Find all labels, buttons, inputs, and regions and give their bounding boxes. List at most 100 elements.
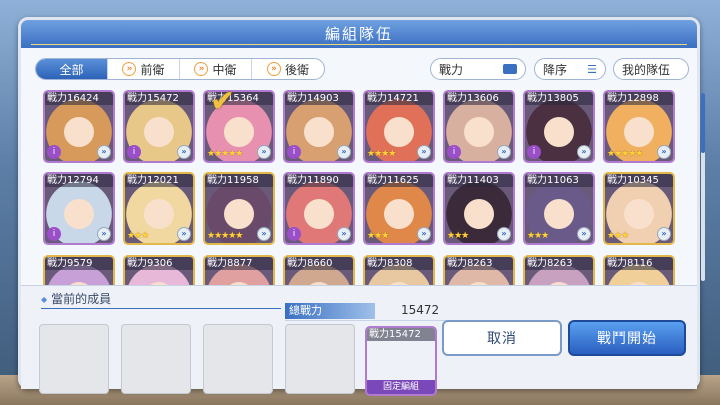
- rank-chevron-icon: »: [657, 145, 671, 159]
- rank-chevron-icon: »: [177, 145, 191, 159]
- unique-equip-icon: i: [47, 145, 61, 159]
- total-power-label: 總戰力: [285, 303, 375, 319]
- card-power: 戰力13805: [525, 92, 593, 105]
- character-card[interactable]: 戰力14903 i »: [283, 90, 355, 163]
- character-grid: 戰力16424 i» 戰力15472 i» 戰力15364 ★★★★★» 戰力14903 i»…: [43, 90, 693, 286]
- rank-chevron-icon: »: [257, 227, 271, 241]
- rarity-stars: ★★★★★: [207, 231, 243, 241]
- chevron-icon: »: [266, 62, 281, 76]
- unique-equip-icon: i: [447, 145, 461, 159]
- battle-start-button[interactable]: 戰鬥開始: [568, 320, 686, 356]
- member-slot-2[interactable]: [121, 324, 191, 394]
- character-card[interactable]: 戰力11625 ★★★ »: [363, 172, 435, 245]
- sort-lines-icon: ☰: [587, 62, 597, 76]
- character-card[interactable]: 戰力12021 ★★★ »: [123, 172, 195, 245]
- support-character-card[interactable]: 戰力15472 固定編組: [365, 326, 437, 396]
- rank-chevron-icon: »: [497, 227, 511, 241]
- card-power: 戰力11958: [205, 174, 273, 187]
- rank-chevron-icon: »: [577, 145, 591, 159]
- rank-chevron-icon: »: [417, 145, 431, 159]
- card-power: 戰力10345: [605, 174, 673, 187]
- character-card[interactable]: 戰力13606 i »: [443, 90, 515, 163]
- tab-all-label: 全部: [59, 62, 84, 77]
- tab-front-label: 前衛: [140, 62, 165, 77]
- rank-chevron-icon: »: [97, 145, 111, 159]
- rank-chevron-icon: »: [257, 145, 271, 159]
- character-card[interactable]: 戰力8660: [283, 255, 355, 286]
- total-power-value: 15472: [401, 303, 440, 317]
- rank-chevron-icon: »: [337, 227, 351, 241]
- character-card[interactable]: 戰力10345 ★★★ »: [603, 172, 675, 245]
- card-power: 戰力14721: [365, 92, 433, 105]
- sort-order-label: 降序: [543, 62, 568, 77]
- character-card[interactable]: 戰力9579: [43, 255, 115, 286]
- grid-scrollbar[interactable]: [701, 93, 705, 281]
- rank-chevron-icon: »: [337, 145, 351, 159]
- character-card[interactable]: 戰力14721 ★★★★ »: [363, 90, 435, 163]
- card-power: 戰力8263: [525, 257, 593, 270]
- character-card[interactable]: 戰力8263: [443, 255, 515, 286]
- divider: [285, 320, 457, 321]
- tab-middle[interactable]: » 中衛: [180, 59, 252, 79]
- unique-equip-icon: i: [527, 145, 541, 159]
- divider: [41, 308, 281, 309]
- dialog-title: 編組隊伍: [21, 20, 697, 48]
- character-card[interactable]: 戰力13805 i »: [523, 90, 595, 163]
- tab-front[interactable]: » 前衛: [108, 59, 180, 79]
- character-card[interactable]: 戰力15472 i »: [123, 90, 195, 163]
- character-card[interactable]: 戰力12898 ★★★★★ »: [603, 90, 675, 163]
- rarity-stars: ★★★: [447, 231, 469, 241]
- rank-chevron-icon: »: [577, 227, 591, 241]
- card-power: 戰力8263: [445, 257, 513, 270]
- toggle-icon: [503, 64, 517, 74]
- character-card[interactable]: 戰力16424 i »: [43, 90, 115, 163]
- selected-check-icon: ✔: [210, 90, 236, 119]
- member-slot-4[interactable]: [285, 324, 355, 394]
- character-card[interactable]: 戰力11403 ★★★ »: [443, 172, 515, 245]
- card-power: 戰力12794: [45, 174, 113, 187]
- card-power: 戰力8116: [605, 257, 673, 270]
- rarity-stars: ★★★★: [367, 149, 396, 159]
- sort-order-button[interactable]: 降序 ☰: [534, 58, 606, 80]
- character-card[interactable]: 戰力11890 i »: [283, 172, 355, 245]
- unique-equip-icon: i: [127, 145, 141, 159]
- rank-chevron-icon: »: [657, 227, 671, 241]
- rank-chevron-icon: »: [417, 227, 431, 241]
- rank-chevron-icon: »: [97, 227, 111, 241]
- card-power: 戰力11063: [525, 174, 593, 187]
- character-card[interactable]: 戰力8263: [523, 255, 595, 286]
- character-card[interactable]: 戰力8116: [603, 255, 675, 286]
- scrollbar-thumb[interactable]: [701, 93, 705, 153]
- rank-chevron-icon: »: [497, 145, 511, 159]
- sort-stat-label: 戰力: [439, 62, 464, 77]
- character-card[interactable]: 戰力8877: [203, 255, 275, 286]
- rarity-stars: ★★★★★: [207, 149, 243, 159]
- rarity-stars: ★★★: [527, 231, 549, 241]
- cancel-button[interactable]: 取消: [442, 320, 562, 356]
- chevron-icon: »: [122, 62, 137, 76]
- character-card[interactable]: 戰力8308: [363, 255, 435, 286]
- sort-stat-button[interactable]: 戰力: [430, 58, 526, 80]
- my-team-label: 我的隊伍: [622, 62, 671, 77]
- rarity-stars: ★★★: [127, 231, 149, 241]
- tab-middle-label: 中衛: [212, 62, 237, 77]
- tab-all[interactable]: 全部: [36, 59, 108, 79]
- rarity-stars: ★★★★★: [607, 149, 643, 159]
- character-card[interactable]: 戰力11063 ★★★ »: [523, 172, 595, 245]
- rank-chevron-icon: »: [177, 227, 191, 241]
- character-card[interactable]: 戰力12794 i »: [43, 172, 115, 245]
- card-power: 戰力11890: [285, 174, 353, 187]
- rarity-stars: ★★★: [367, 231, 389, 241]
- card-power: 戰力8660: [285, 257, 353, 270]
- character-card[interactable]: 戰力11958 ★★★★★ »: [203, 172, 275, 245]
- card-power: 戰力15472: [125, 92, 193, 105]
- unique-equip-icon: i: [287, 145, 301, 159]
- support-tag: 固定編組: [367, 380, 435, 394]
- member-slot-3[interactable]: [203, 324, 273, 394]
- card-power: 戰力11403: [445, 174, 513, 187]
- my-team-button[interactable]: 我的隊伍: [613, 58, 689, 80]
- tab-back[interactable]: » 後衛: [252, 59, 324, 79]
- member-slot-1[interactable]: [39, 324, 109, 394]
- card-power: 戰力9579: [45, 257, 113, 270]
- character-card[interactable]: 戰力9306: [123, 255, 195, 286]
